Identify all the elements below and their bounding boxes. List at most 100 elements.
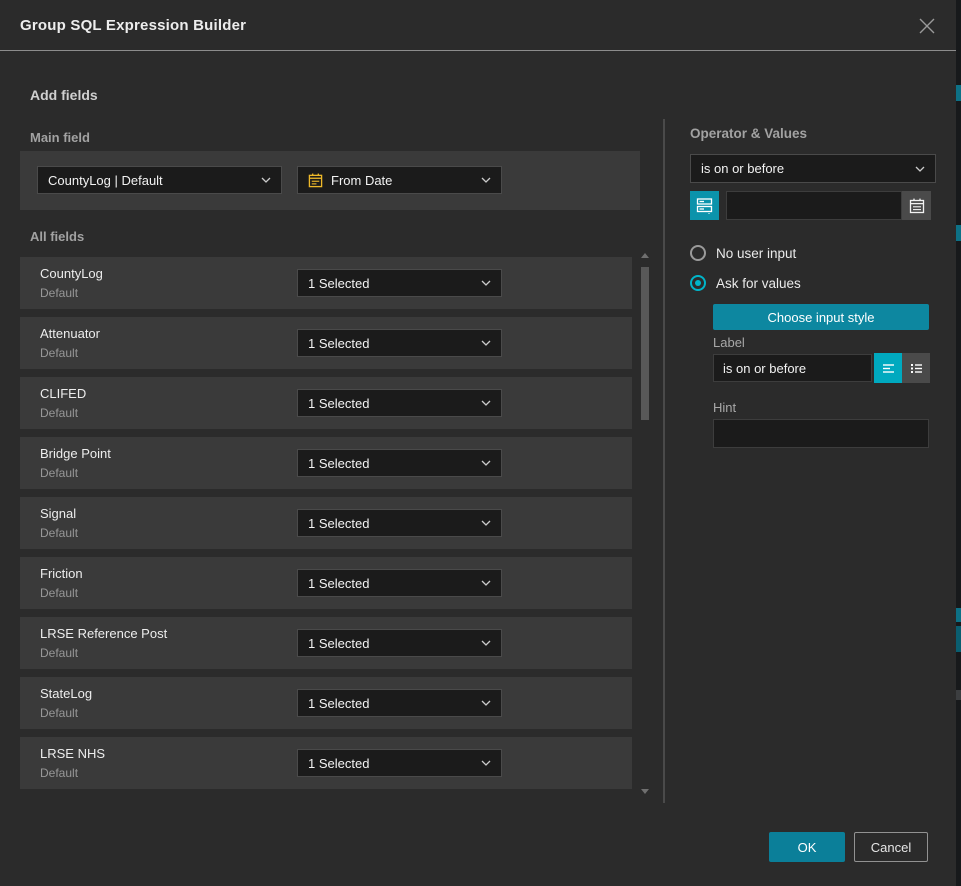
field-selection-select[interactable]: 1 Selected (297, 569, 502, 597)
field-sublabel: Default (40, 406, 78, 420)
field-sublabel: Default (40, 466, 78, 480)
field-selection-select[interactable]: 1 Selected (297, 389, 502, 417)
field-selection-value: 1 Selected (308, 516, 475, 531)
field-row: Bridge Point Default 1 Selected (20, 437, 632, 489)
chevron-down-icon (481, 580, 491, 586)
field-name: CLIFED (40, 386, 86, 401)
operator-select[interactable]: is on or before (690, 154, 936, 183)
unique-values-icon (696, 197, 713, 214)
field-selection-value: 1 Selected (308, 696, 475, 711)
chevron-down-icon (261, 177, 271, 183)
field-row: CountyLog Default 1 Selected (20, 257, 632, 309)
ok-button[interactable]: OK (769, 832, 845, 862)
cancel-button[interactable]: Cancel (854, 832, 928, 862)
field-selection-value: 1 Selected (308, 336, 475, 351)
main-field-select-value: From Date (331, 173, 475, 188)
scrollbar-down-arrow-icon[interactable] (641, 789, 649, 794)
radio-selected-icon (690, 275, 706, 291)
field-selection-select[interactable]: 1 Selected (297, 749, 502, 777)
label-input[interactable]: is on or before (713, 354, 872, 382)
chevron-down-icon (481, 177, 491, 183)
field-name: Signal (40, 506, 76, 521)
radio-no-user-input[interactable]: No user input (690, 245, 796, 261)
chevron-down-icon (915, 166, 925, 172)
dialog-title: Group SQL Expression Builder (20, 0, 246, 51)
field-sublabel: Default (40, 286, 78, 300)
chevron-down-icon (481, 460, 491, 466)
field-name: StateLog (40, 686, 92, 701)
panel-divider (663, 119, 665, 803)
field-selection-value: 1 Selected (308, 576, 475, 591)
field-name: Bridge Point (40, 446, 111, 461)
date-picker-button[interactable] (902, 191, 931, 220)
field-name: LRSE Reference Post (40, 626, 167, 641)
field-row: LRSE NHS Default 1 Selected (20, 737, 632, 789)
hint-input[interactable] (713, 419, 929, 448)
group-sql-expression-builder-dialog: Group SQL Expression Builder Add fields … (0, 0, 956, 886)
field-sublabel: Default (40, 346, 78, 360)
field-name: LRSE NHS (40, 746, 105, 761)
background-gray-fragment (956, 690, 961, 700)
field-sublabel: Default (40, 646, 78, 660)
radio-ask-for-values[interactable]: Ask for values (690, 275, 801, 291)
field-sublabel: Default (40, 526, 78, 540)
field-selection-select[interactable]: 1 Selected (297, 329, 502, 357)
field-selection-value: 1 Selected (308, 456, 475, 471)
main-field-heading: Main field (30, 130, 90, 145)
field-selection-value: 1 Selected (308, 276, 475, 291)
scrollbar-thumb[interactable] (641, 267, 649, 420)
hint-label: Hint (713, 400, 736, 415)
field-row: Attenuator Default 1 Selected (20, 317, 632, 369)
field-selection-select[interactable]: 1 Selected (297, 269, 502, 297)
main-field-select[interactable]: From Date (297, 166, 502, 194)
field-selection-select[interactable]: 1 Selected (297, 449, 502, 477)
add-fields-heading: Add fields (30, 87, 98, 103)
field-selection-select[interactable]: 1 Selected (297, 629, 502, 657)
chevron-down-icon (481, 760, 491, 766)
close-icon (918, 17, 936, 35)
close-button[interactable] (910, 9, 944, 43)
radio-icon (690, 245, 706, 261)
field-sublabel: Default (40, 766, 78, 780)
all-fields-heading: All fields (30, 229, 84, 244)
radio-ask-for-values-label: Ask for values (716, 276, 801, 291)
field-selection-select[interactable]: 1 Selected (297, 509, 502, 537)
unique-values-button[interactable] (690, 191, 719, 220)
field-row: LRSE Reference Post Default 1 Selected (20, 617, 632, 669)
label-input-value: is on or before (723, 361, 806, 376)
chevron-down-icon (481, 700, 491, 706)
field-sublabel: Default (40, 586, 78, 600)
chevron-down-icon (481, 340, 491, 346)
main-layer-select[interactable]: CountyLog | Default (37, 166, 282, 194)
background-teal-fragment (956, 85, 961, 101)
list-style-button[interactable] (902, 353, 930, 383)
choose-input-style-button[interactable]: Choose input style (713, 304, 929, 330)
field-row: CLIFED Default 1 Selected (20, 377, 632, 429)
field-selection-select[interactable]: 1 Selected (297, 689, 502, 717)
background-app-edge (956, 0, 961, 886)
label-label: Label (713, 335, 745, 350)
single-line-style-button[interactable] (874, 353, 902, 383)
main-layer-select-value: CountyLog | Default (48, 173, 255, 188)
align-left-icon (881, 361, 896, 376)
scrollbar-up-arrow-icon[interactable] (641, 253, 649, 258)
background-teal-fragment (956, 225, 961, 241)
operator-values-heading: Operator & Values (690, 126, 807, 141)
field-selection-value: 1 Selected (308, 756, 475, 771)
chevron-down-icon (481, 280, 491, 286)
field-name: Attenuator (40, 326, 100, 341)
field-row: StateLog Default 1 Selected (20, 677, 632, 729)
radio-no-user-input-label: No user input (716, 246, 796, 261)
calendar-icon (909, 198, 925, 214)
value-date-input[interactable] (726, 191, 902, 220)
background-teal-fragment (956, 626, 961, 652)
field-sublabel: Default (40, 706, 78, 720)
list-icon (909, 361, 924, 376)
chevron-down-icon (481, 520, 491, 526)
dialog-titlebar: Group SQL Expression Builder (0, 0, 956, 51)
field-name: Friction (40, 566, 83, 581)
operator-select-value: is on or before (701, 161, 909, 176)
background-teal-fragment (956, 608, 961, 622)
field-name: CountyLog (40, 266, 103, 281)
chevron-down-icon (481, 400, 491, 406)
